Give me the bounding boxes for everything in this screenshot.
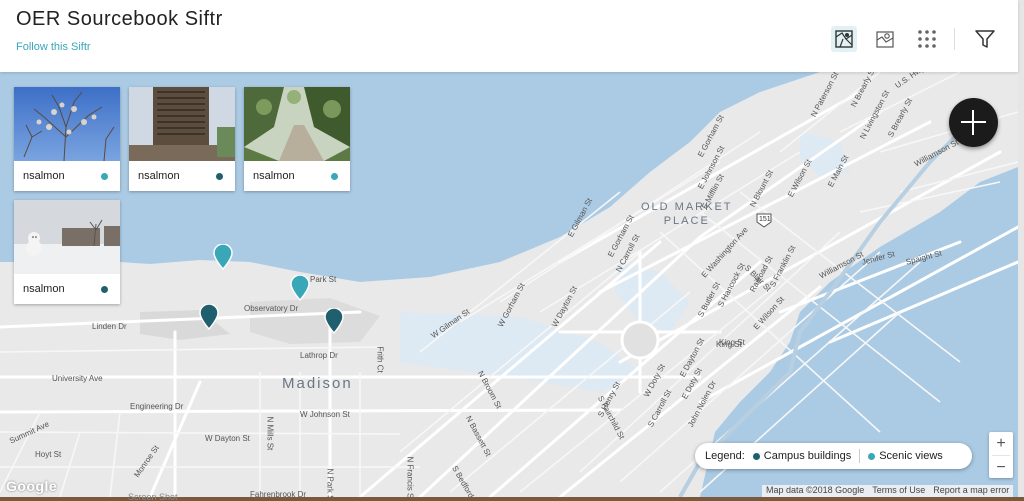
card-category-dot (101, 173, 108, 180)
zoom-out-button[interactable]: − (989, 456, 1013, 479)
map-thumbnail-icon (876, 31, 894, 48)
grid-view-icon (918, 30, 936, 48)
street-label: Linden Dr (92, 322, 127, 331)
legend-divider (859, 449, 861, 463)
street-label: W Dayton St (205, 434, 250, 443)
map-attribution: Map data ©2018 Google Terms of Use Repor… (762, 485, 1014, 497)
report-map-error-link[interactable]: Report a map error (933, 485, 1009, 497)
zoom-control: + − (989, 432, 1013, 478)
card-photo (14, 200, 120, 274)
street-label: Hoyt St (35, 450, 62, 459)
card-author: nsalmon (23, 170, 65, 182)
observation-card[interactable]: nsalmon (129, 87, 235, 191)
place-label-madison: Madison (282, 375, 353, 392)
street-label: Observatory Dr (244, 304, 299, 313)
legend-dot-campus-buildings (752, 452, 760, 460)
map-thumbnail-button[interactable] (872, 26, 898, 52)
map-pin-marker[interactable] (324, 307, 344, 335)
observation-card[interactable]: nsalmon (14, 200, 120, 304)
card-category-dot (216, 173, 223, 180)
window-edge (1018, 0, 1024, 501)
map-view-icon (835, 30, 853, 48)
zoom-in-button[interactable]: + (989, 432, 1013, 455)
header-bar: OER Sourcebook Siftr Follow this Siftr (0, 0, 1018, 72)
street-label: N Park St (325, 468, 335, 498)
page-title: OER Sourcebook Siftr (16, 8, 223, 30)
legend-label: Legend: (705, 450, 745, 462)
street-label: Park St (310, 275, 337, 284)
map-data-text: Map data ©2018 Google (766, 485, 865, 495)
place-label-old-market-line1: OLD MARKET (641, 201, 733, 213)
card-category-dot (101, 286, 108, 293)
filter-icon (975, 30, 995, 48)
filter-button[interactable] (972, 26, 998, 52)
map-legend: Legend: Campus buildings Scenic views (695, 443, 972, 469)
legend-item-campus-buildings: Campus buildings (763, 450, 852, 462)
terms-of-use-link[interactable]: Terms of Use (872, 485, 925, 497)
google-logo[interactable]: Google (6, 478, 57, 494)
place-label-old-market: OLD MARKET PLACE (641, 200, 733, 228)
street-label: Fahrenbrook Dr (250, 490, 307, 497)
street-label: University Ave (52, 374, 103, 383)
street-label: Frith Ct (375, 346, 385, 373)
legend-item-scenic-views: Scenic views (879, 450, 943, 462)
map-pin-marker[interactable] (213, 243, 233, 271)
place-label-old-market-line2: PLACE (663, 215, 710, 227)
card-author: nsalmon (23, 283, 65, 295)
screenshot-label: Screen Shot (128, 492, 178, 501)
card-author: nsalmon (253, 170, 295, 182)
street-label: Lathrop Dr (300, 351, 338, 360)
street-label: W Johnson St (300, 410, 350, 419)
observation-card[interactable]: nsalmon (244, 87, 350, 191)
street-label: N Mills St (265, 416, 275, 451)
card-photo (244, 87, 350, 161)
toolbar-divider (954, 28, 955, 50)
map-view-button[interactable] (831, 26, 857, 52)
street-label: N Francis St (405, 456, 415, 498)
grid-view-button[interactable] (914, 26, 940, 52)
card-category-dot (331, 173, 338, 180)
legend-dot-scenic-views (868, 452, 876, 460)
route-shield-number: 151 (759, 216, 771, 223)
street-label: Engineering Dr (130, 402, 184, 411)
map-pin-marker[interactable] (199, 303, 219, 331)
observation-card[interactable]: nsalmon (14, 87, 120, 191)
card-photo (129, 87, 235, 161)
follow-siftr-link[interactable]: Follow this Siftr (16, 41, 91, 53)
map-pin-marker[interactable] (290, 274, 310, 302)
add-observation-button[interactable] (949, 98, 998, 147)
street-label: King St (719, 338, 745, 347)
card-photo (14, 87, 120, 161)
card-author: nsalmon (138, 170, 180, 182)
